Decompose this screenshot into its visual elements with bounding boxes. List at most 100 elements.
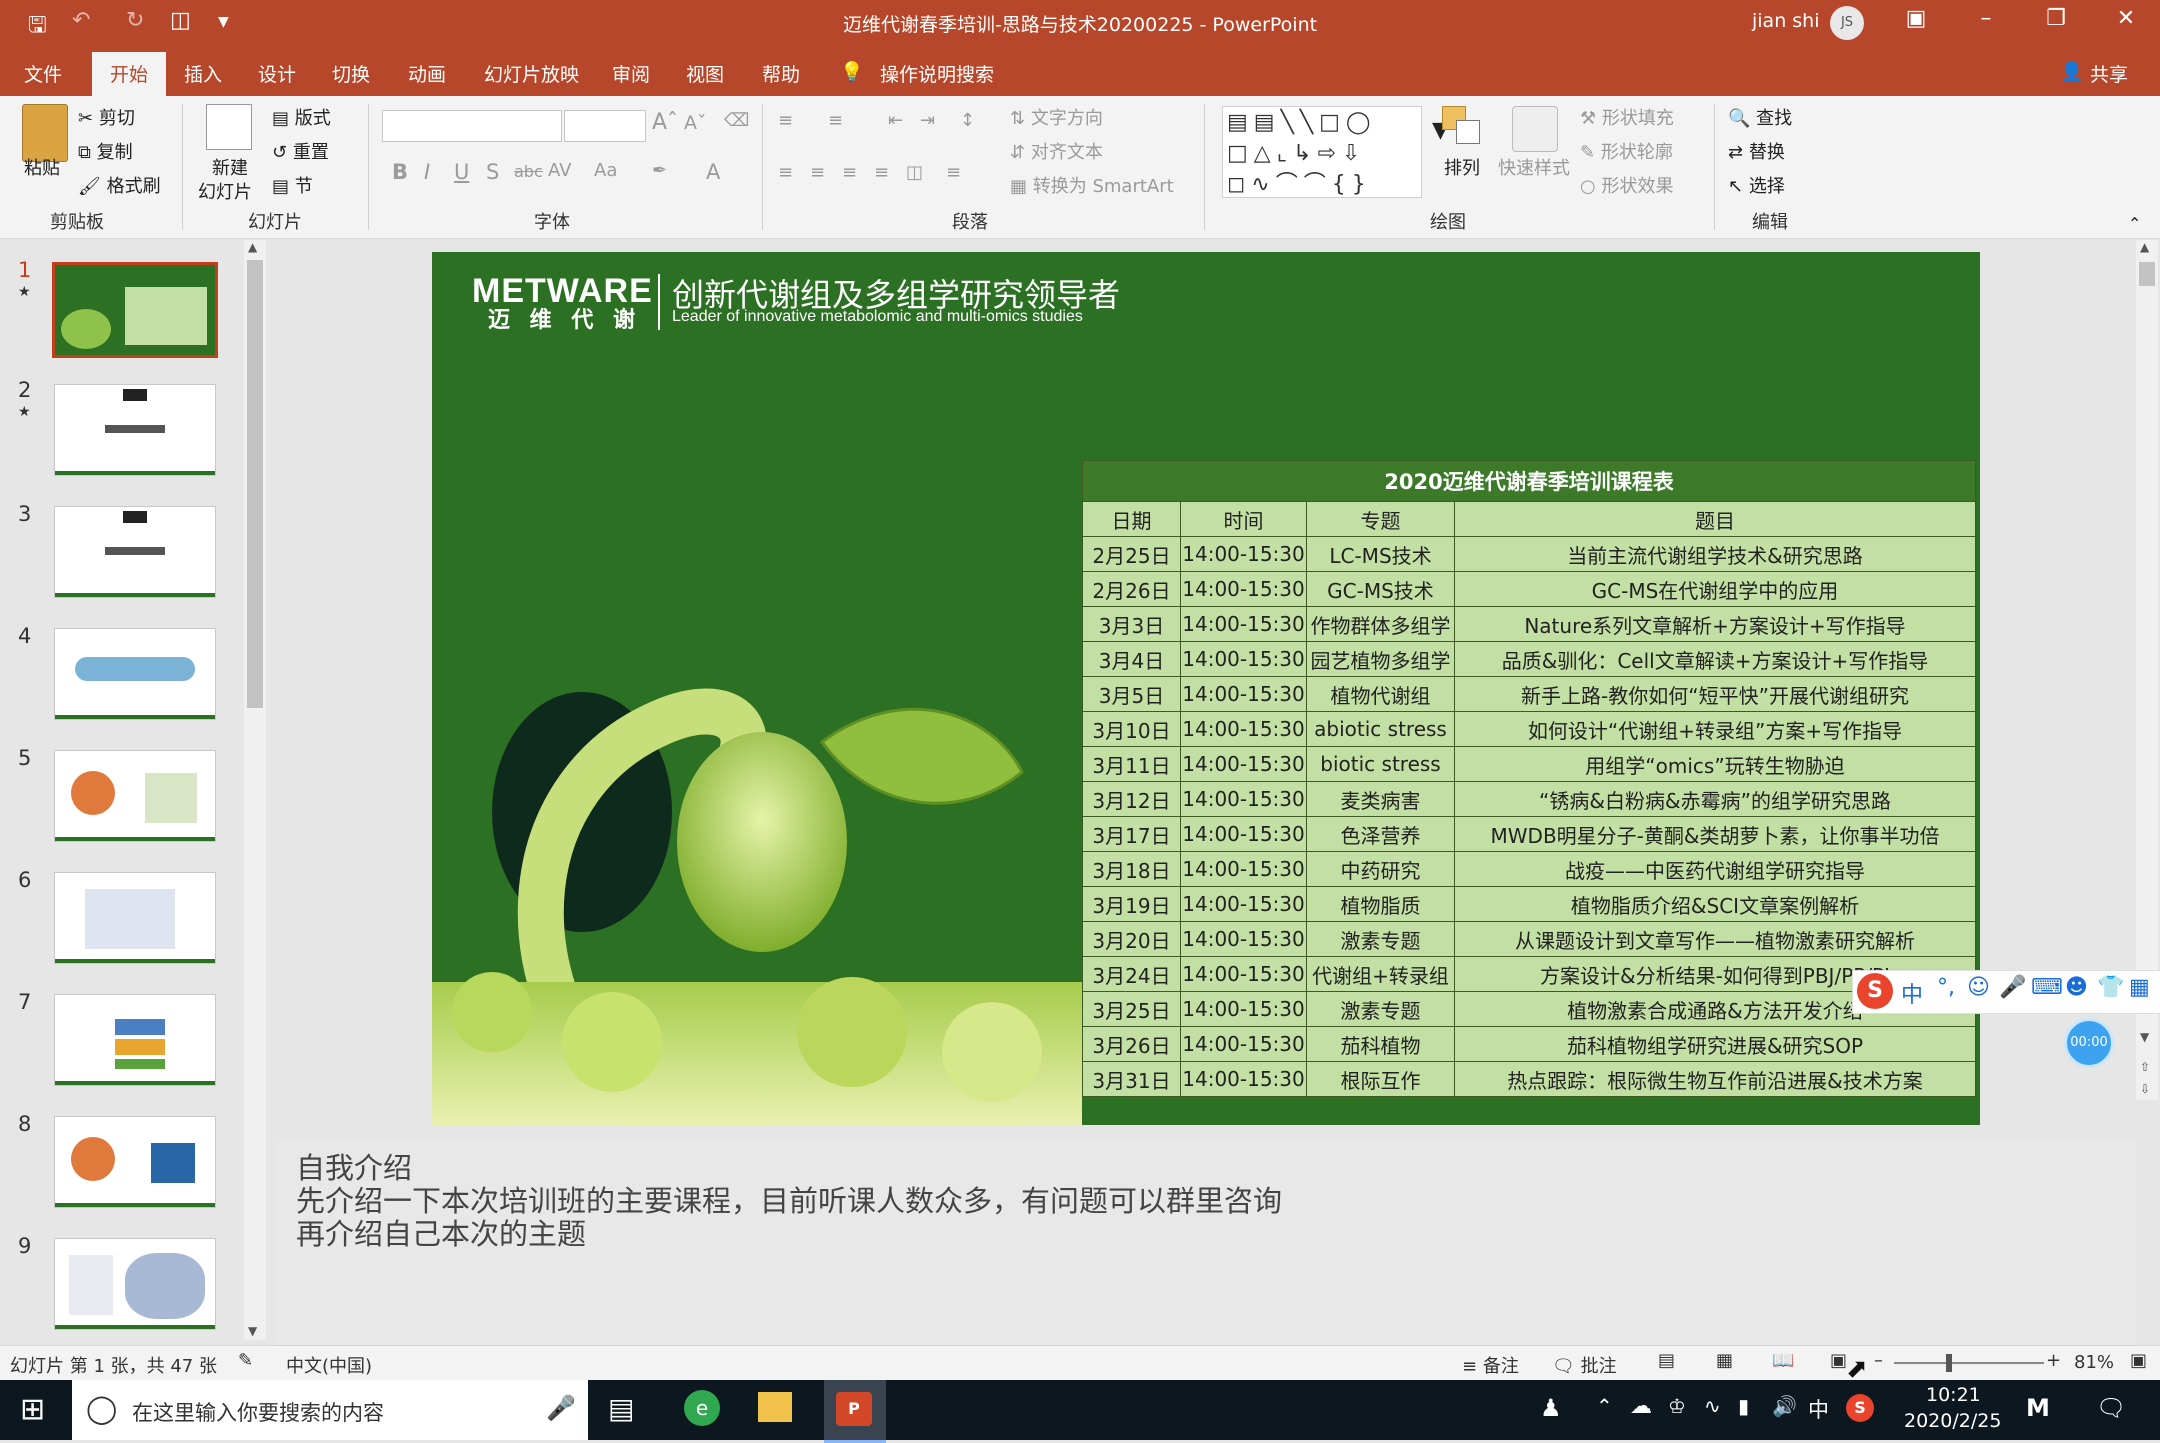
- windows-start-icon[interactable]: ⊞: [20, 1392, 45, 1427]
- shrink-font-icon[interactable]: Aˇ: [684, 112, 707, 134]
- paste-button[interactable]: 粘贴: [24, 154, 60, 180]
- tray-ime[interactable]: 中: [1808, 1394, 1829, 1424]
- smartart-button[interactable]: ▦ 转换为 SmartArt: [1010, 172, 1174, 198]
- quick-styles-icon[interactable]: [1512, 106, 1558, 152]
- people-icon[interactable]: ♟: [1540, 1394, 1562, 1422]
- align-center-icon[interactable]: ≡: [810, 162, 825, 183]
- slide-thumbnail-3[interactable]: [54, 506, 216, 598]
- zoom-slider-thumb[interactable]: [1946, 1354, 1952, 1372]
- thumbnail-scrollbar[interactable]: ▲ ▼: [244, 240, 266, 1340]
- clear-format-icon[interactable]: ⌫: [724, 110, 749, 131]
- arrange-button[interactable]: 排列: [1444, 154, 1480, 180]
- ime-toolbar[interactable]: S 中 °, ☺ 🎤 ⌨ ☻ 👕 ▦: [1852, 970, 2160, 1014]
- reading-view-icon[interactable]: 📖: [1772, 1350, 1794, 1371]
- taskbar-search[interactable]: ◯ 在这里输入你要搜索的内容 🎤: [72, 1380, 588, 1440]
- shape-fill-button[interactable]: ⚒ 形状填充: [1580, 104, 1674, 130]
- slide-sorter-icon[interactable]: ▦: [1716, 1350, 1733, 1371]
- numbering-icon[interactable]: ≡: [828, 110, 843, 131]
- emoji-icon[interactable]: ☺: [1967, 975, 1990, 1000]
- tab-file[interactable]: 文件: [24, 60, 62, 87]
- replace-button[interactable]: ⇄ 替换: [1728, 138, 1785, 164]
- tab-animations[interactable]: 动画: [408, 60, 446, 87]
- avatar[interactable]: JS: [1830, 6, 1864, 40]
- tab-slideshow[interactable]: 幻灯片放映: [484, 60, 579, 87]
- browser-icon[interactable]: e: [684, 1390, 720, 1426]
- clock-time[interactable]: 10:21: [1926, 1384, 1981, 1406]
- app-tray-icon[interactable]: M: [2026, 1394, 2050, 1422]
- section-button[interactable]: ▤ 节: [272, 172, 313, 198]
- tab-transitions[interactable]: 切换: [332, 60, 370, 87]
- bullets-icon[interactable]: ≡: [778, 110, 793, 131]
- font-color-icon[interactable]: A: [706, 160, 720, 184]
- tab-design[interactable]: 设计: [258, 60, 296, 87]
- slide-thumbnail-6[interactable]: [54, 872, 216, 964]
- scroll-up-icon[interactable]: ▲: [2140, 240, 2149, 254]
- arrange-icon[interactable]: [1442, 106, 1482, 146]
- notes-button[interactable]: ≡ 备注: [1462, 1352, 1519, 1378]
- copy-button[interactable]: ⧉ 复制: [78, 138, 133, 164]
- justify-icon[interactable]: ≡: [874, 162, 889, 183]
- italic-icon[interactable]: I: [424, 160, 430, 184]
- zoom-slider[interactable]: [1894, 1362, 2044, 1364]
- quick-styles-button[interactable]: 快速样式: [1498, 154, 1570, 180]
- scroll-up-icon[interactable]: ▲: [248, 240, 257, 254]
- normal-view-icon[interactable]: ▤: [1658, 1350, 1675, 1371]
- change-case-icon[interactable]: Aa: [594, 160, 617, 181]
- decrease-indent-icon[interactable]: ⇤: [888, 110, 903, 131]
- text-direction-button[interactable]: ⇅ 文字方向: [1010, 104, 1103, 130]
- shape-outline-button[interactable]: ✎ 形状轮廓: [1580, 138, 1673, 164]
- grow-font-icon[interactable]: Aˆ: [652, 110, 678, 135]
- tab-insert[interactable]: 插入: [184, 60, 222, 87]
- slide-thumbnail-7[interactable]: [54, 994, 216, 1086]
- punctuation-icon[interactable]: °,: [1937, 975, 1955, 1000]
- shape-effects-button[interactable]: ○ 形状效果: [1580, 172, 1673, 198]
- spellcheck-icon[interactable]: ✎: [238, 1350, 253, 1371]
- new-slide-label-1[interactable]: 新建: [212, 154, 248, 180]
- shapes-gallery[interactable]: ▤▤╲╲□◯ □△⌞↳⇨⇩ ◻∿⌒⌒{​}: [1222, 106, 1422, 198]
- bold-icon[interactable]: B: [392, 160, 408, 184]
- collapse-ribbon-icon[interactable]: ⌃: [2128, 214, 2141, 233]
- scrollbar-thumb[interactable]: [2139, 262, 2155, 286]
- new-slide-label-2[interactable]: 幻灯片: [198, 178, 252, 204]
- slide-thumbnail-2[interactable]: [54, 384, 216, 476]
- zoom-out-icon[interactable]: –: [1874, 1350, 1883, 1371]
- align-text-button[interactable]: ⇵ 对齐文本: [1010, 138, 1103, 164]
- slideshow-icon[interactable]: ▣: [1830, 1350, 1847, 1371]
- keyboard-icon[interactable]: ⌨: [2031, 975, 2063, 1000]
- tab-review[interactable]: 审阅: [612, 60, 650, 87]
- ime-mode-toggle[interactable]: 中: [1901, 977, 1923, 1009]
- sogou-icon[interactable]: S: [1857, 973, 1893, 1009]
- increase-indent-icon[interactable]: ⇥: [920, 110, 935, 131]
- powerpoint-taskbar-button[interactable]: P: [824, 1380, 886, 1443]
- toolbox-icon[interactable]: ▦: [2129, 975, 2150, 1000]
- tab-help[interactable]: 帮助: [762, 60, 800, 87]
- tab-home[interactable]: 开始: [92, 52, 167, 96]
- scroll-down-icon[interactable]: ▼: [248, 1324, 257, 1338]
- skin-icon[interactable]: 👕: [2097, 975, 2124, 1000]
- restore-icon[interactable]: ❐: [2036, 6, 2076, 31]
- zoom-in-icon[interactable]: +: [2046, 1350, 2061, 1371]
- slide-thumbnail-4[interactable]: [54, 628, 216, 720]
- ribbon-display-icon[interactable]: ▣: [1896, 6, 1936, 31]
- reset-button[interactable]: ↺ 重置: [272, 138, 329, 164]
- clock-date[interactable]: 2020/2/25: [1904, 1410, 2001, 1432]
- line-spacing-icon[interactable]: ↕: [960, 110, 975, 131]
- font-name-select[interactable]: [382, 110, 562, 142]
- align-right-icon[interactable]: ≡: [842, 162, 857, 183]
- tab-view[interactable]: 视图: [686, 60, 724, 87]
- microphone-icon[interactable]: 🎤: [1999, 975, 2026, 1000]
- wifi-icon[interactable]: ∿: [1704, 1394, 1721, 1418]
- slide-thumbnail-5[interactable]: [54, 750, 216, 842]
- microphone-icon[interactable]: 🎤: [546, 1394, 576, 1422]
- slide-thumbnail-9[interactable]: [54, 1238, 216, 1330]
- user-icon[interactable]: ☻: [2065, 975, 2088, 1000]
- underline-icon[interactable]: U: [454, 160, 469, 184]
- recording-timer[interactable]: 00:00: [2064, 1018, 2114, 1068]
- columns-icon[interactable]: ◫: [906, 162, 923, 183]
- volume-icon[interactable]: 🔊: [1772, 1394, 1797, 1418]
- distribute-icon[interactable]: ≡: [946, 162, 961, 183]
- notes-pane[interactable]: 自我介绍 先介绍一下本次培训班的主要课程，目前听课人数众多，有问题可以群里咨询 …: [276, 1140, 2136, 1345]
- minimize-icon[interactable]: –: [1966, 6, 2006, 31]
- language-indicator[interactable]: 中文(中国): [286, 1352, 372, 1378]
- comments-button[interactable]: 🗨 批注: [1552, 1352, 1617, 1378]
